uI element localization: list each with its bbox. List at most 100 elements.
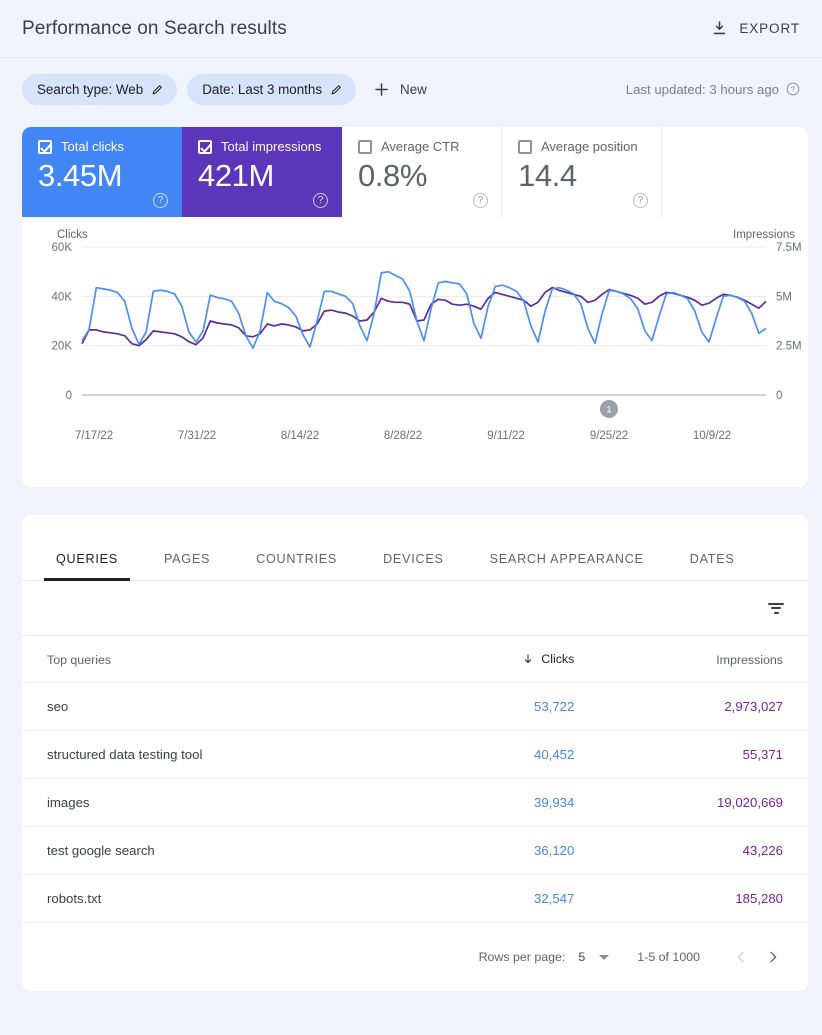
filter-chip-date[interactable]: Date: Last 3 months xyxy=(187,74,356,105)
tab-queries[interactable]: QUERIES xyxy=(44,552,130,580)
column-header-query[interactable]: Top queries xyxy=(22,636,422,683)
chart-line-clicks xyxy=(82,272,766,348)
tab-countries[interactable]: COUNTRIES xyxy=(244,552,349,580)
table-row[interactable]: images39,93419,020,669 xyxy=(22,779,808,827)
help-circle-icon[interactable]: ? xyxy=(473,193,488,208)
filter-chip-label: Date: Last 3 months xyxy=(202,82,322,97)
cell-query: robots.txt xyxy=(22,875,422,923)
svg-text:0: 0 xyxy=(776,390,782,402)
table-body: seo53,7222,973,027structured data testin… xyxy=(22,683,808,923)
filter-icon[interactable] xyxy=(768,603,784,614)
arrow-down-icon xyxy=(522,653,534,665)
pagination-range: 1-5 of 1000 xyxy=(637,950,700,964)
chart-x-ticks: 7/17/22 7/31/22 8/14/22 8/28/22 9/11/22 9/25/… xyxy=(75,430,731,442)
help-circle-icon[interactable]: ? xyxy=(786,82,800,96)
table-row[interactable]: structured data testing tool40,45255,371 xyxy=(22,731,808,779)
metric-value: 0.8% xyxy=(358,158,501,194)
chart-y2-ticks: 02.5M5M7.5M xyxy=(776,242,802,402)
metric-checkbox-total-clicks[interactable] xyxy=(38,140,52,154)
svg-text:8/14/22: 8/14/22 xyxy=(281,430,319,442)
cell-clicks: 53,722 xyxy=(422,683,604,731)
metric-label: Average position xyxy=(541,139,638,154)
metric-value: 14.4 xyxy=(518,158,661,194)
cell-query: structured data testing tool xyxy=(22,731,422,779)
page-title: Performance on Search results xyxy=(22,18,287,40)
metric-card-average-position[interactable]: Average position 14.4 ? xyxy=(502,127,662,217)
table-row[interactable]: seo53,7222,973,027 xyxy=(22,683,808,731)
table-head: Top queries Clicks Impressions xyxy=(22,636,808,683)
svg-text:9/25/22: 9/25/22 xyxy=(590,430,628,442)
dimension-table-panel: QUERIES PAGES COUNTRIES DEVICES SEARCH APPEA… xyxy=(22,515,808,991)
svg-text:60K: 60K xyxy=(52,242,73,254)
export-button[interactable]: EXPORT xyxy=(711,20,800,37)
metric-label: Total clicks xyxy=(61,139,124,154)
metric-value: 3.45M xyxy=(38,158,181,194)
metric-value: 421M xyxy=(198,158,341,194)
tab-pages[interactable]: PAGES xyxy=(152,552,222,580)
svg-text:0: 0 xyxy=(66,390,72,402)
tab-search-appearance[interactable]: SEARCH APPEARANCE xyxy=(478,552,656,580)
svg-text:9/11/22: 9/11/22 xyxy=(487,430,525,442)
tab-dates[interactable]: DATES xyxy=(678,552,747,580)
chart-annotation-marker[interactable]: 1 xyxy=(600,400,618,418)
rows-per-page-value[interactable]: 5 xyxy=(578,950,585,964)
cell-impressions: 55,371 xyxy=(604,731,808,779)
queries-table: Top queries Clicks Impressions seo53,722… xyxy=(22,636,808,923)
cell-impressions: 43,226 xyxy=(604,827,808,875)
table-row[interactable]: test google search36,12043,226 xyxy=(22,827,808,875)
column-header-impressions[interactable]: Impressions xyxy=(604,636,808,683)
svg-text:7.5M: 7.5M xyxy=(776,242,802,254)
chevron-down-icon[interactable] xyxy=(599,955,609,960)
cell-clicks: 39,934 xyxy=(422,779,604,827)
next-page-button[interactable] xyxy=(760,944,786,970)
metric-checkbox-total-impressions[interactable] xyxy=(198,140,212,154)
tab-devices[interactable]: DEVICES xyxy=(371,552,456,580)
chevron-left-icon xyxy=(733,949,749,965)
svg-text:1: 1 xyxy=(606,405,611,416)
metric-cards: Total clicks 3.45M ? Total impressions 4… xyxy=(22,127,808,217)
metric-label: Total impressions xyxy=(221,139,321,154)
export-label: EXPORT xyxy=(739,21,800,36)
download-icon xyxy=(711,20,728,37)
cell-query: images xyxy=(22,779,422,827)
chevron-right-icon xyxy=(765,949,781,965)
filter-chip-search-type[interactable]: Search type: Web xyxy=(22,74,177,105)
metric-card-total-clicks[interactable]: Total clicks 3.45M ? xyxy=(22,127,182,217)
metric-card-average-ctr[interactable]: Average CTR 0.8% ? xyxy=(342,127,502,217)
filter-bar: Search type: Web Date: Last 3 months New… xyxy=(0,58,822,120)
svg-text:7/17/22: 7/17/22 xyxy=(75,430,113,442)
table-toolbar xyxy=(22,581,808,636)
cell-impressions: 185,280 xyxy=(604,875,808,923)
help-circle-icon[interactable]: ? xyxy=(153,193,168,208)
page-header: Performance on Search results EXPORT xyxy=(0,0,822,58)
cell-clicks: 32,547 xyxy=(422,875,604,923)
svg-text:8/28/22: 8/28/22 xyxy=(384,430,422,442)
metric-card-total-impressions[interactable]: Total impressions 421M ? xyxy=(182,127,342,217)
dimension-tabs: QUERIES PAGES COUNTRIES DEVICES SEARCH APPEA… xyxy=(22,515,808,581)
svg-text:7/31/22: 7/31/22 xyxy=(178,430,216,442)
svg-text:20K: 20K xyxy=(52,341,73,353)
table-pagination: Rows per page: 5 1-5 of 1000 xyxy=(22,923,808,991)
rows-per-page-label: Rows per page: xyxy=(479,950,566,964)
table-row[interactable]: robots.txt32,547185,280 xyxy=(22,875,808,923)
metric-checkbox-average-ctr[interactable] xyxy=(358,140,372,154)
cell-impressions: 2,973,027 xyxy=(604,683,808,731)
chart-gridlines xyxy=(82,247,766,395)
performance-chart-panel: Total clicks 3.45M ? Total impressions 4… xyxy=(22,127,808,487)
new-filter-button[interactable]: New xyxy=(366,74,437,105)
last-updated-text: Last updated: 3 hours ago xyxy=(626,82,779,97)
last-updated: Last updated: 3 hours ago ? xyxy=(626,82,800,97)
help-circle-icon[interactable]: ? xyxy=(313,193,328,208)
pencil-icon xyxy=(151,83,164,96)
svg-text:2.5M: 2.5M xyxy=(776,341,802,353)
cell-clicks: 36,120 xyxy=(422,827,604,875)
new-filter-label: New xyxy=(400,82,427,97)
cell-query: seo xyxy=(22,683,422,731)
help-circle-icon[interactable]: ? xyxy=(633,193,648,208)
chart-y-ticks: 020K40K60K xyxy=(52,242,73,402)
chart-svg: 020K40K60K 02.5M5M7.5M 7/17/227/31/228/1… xyxy=(22,217,808,479)
chart-area: Clicks Impressions 020K40K60K 02.5M5M7.5… xyxy=(22,217,808,479)
metric-checkbox-average-position[interactable] xyxy=(518,140,532,154)
column-header-clicks[interactable]: Clicks xyxy=(422,636,604,683)
previous-page-button[interactable] xyxy=(728,944,754,970)
